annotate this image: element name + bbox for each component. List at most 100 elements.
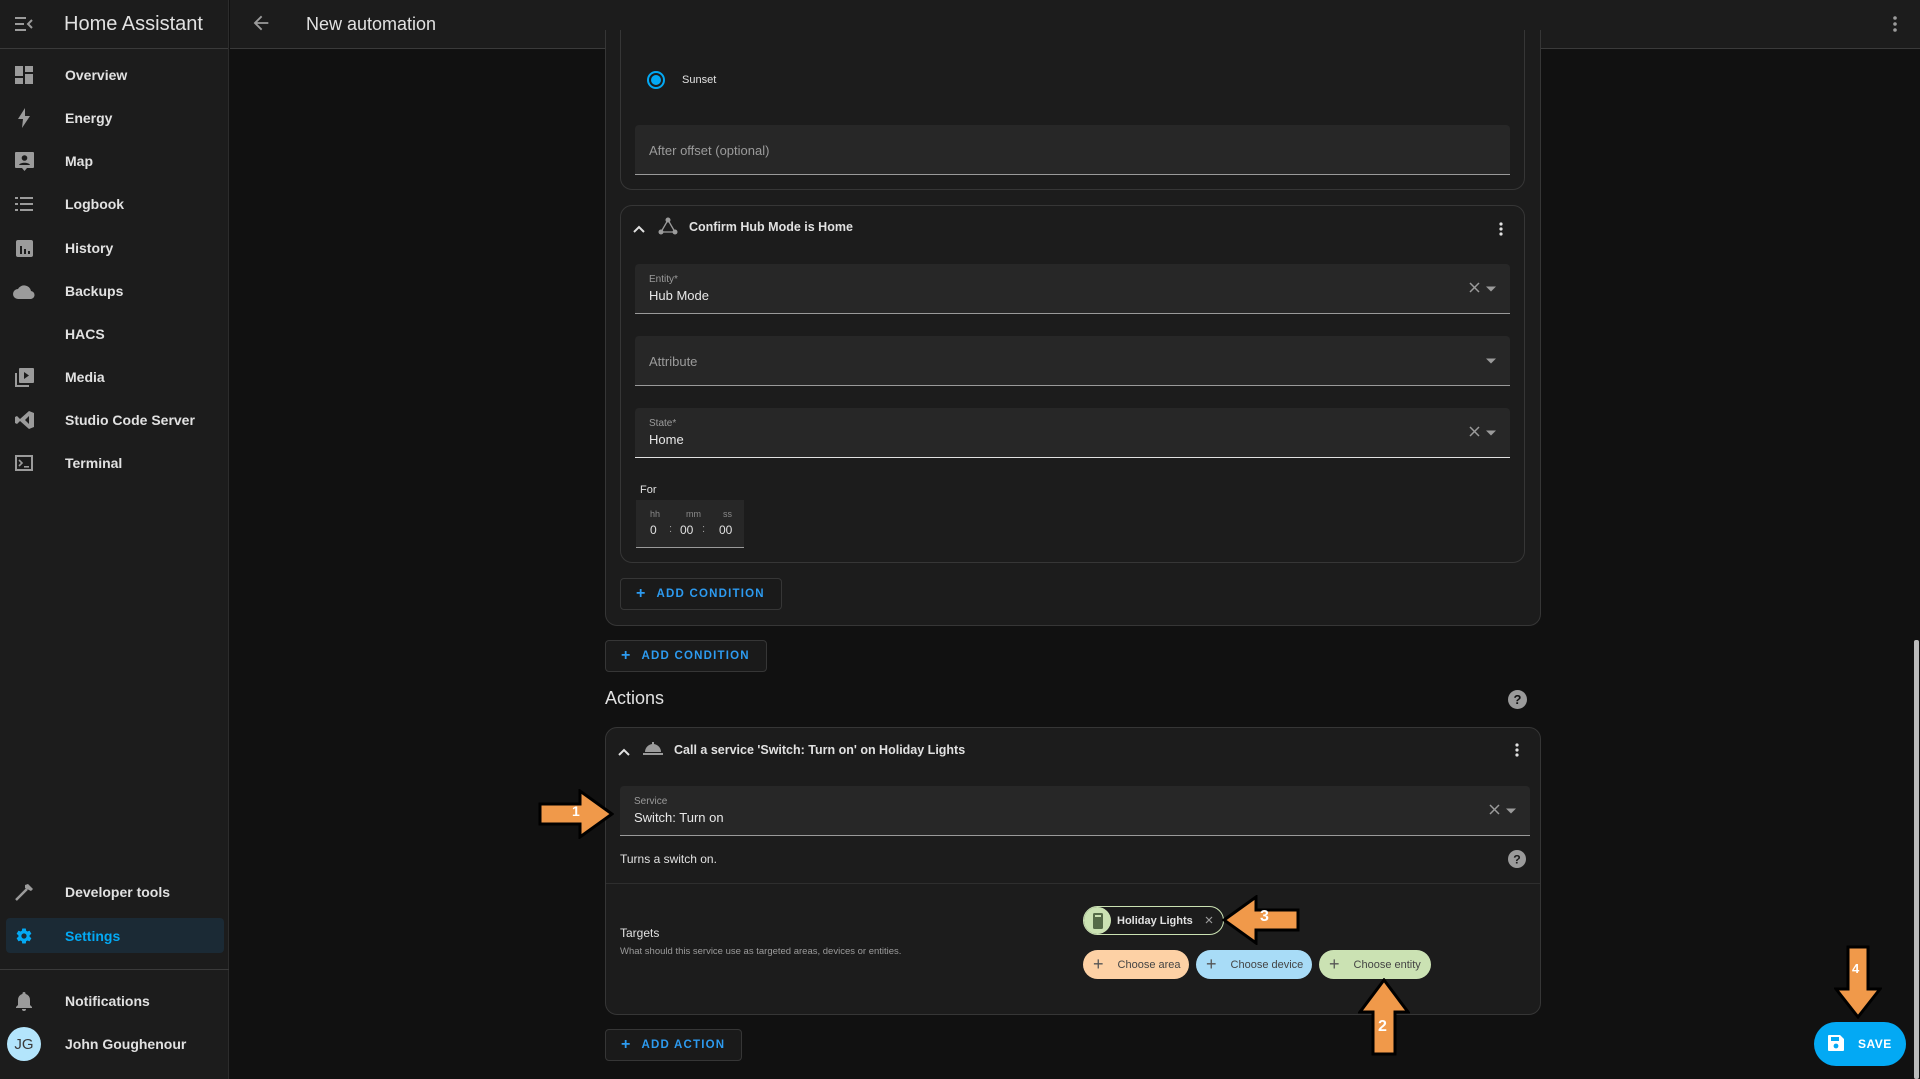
- sidebar-item-logbook[interactable]: Logbook: [6, 187, 224, 221]
- sun-condition-card: Sunset After offset (optional): [620, 30, 1525, 190]
- sidebar-item-developer-tools[interactable]: Developer tools: [6, 875, 224, 909]
- entity-value: Hub Mode: [649, 288, 709, 303]
- selected-entity-chip[interactable]: Holiday Lights: [1083, 906, 1224, 935]
- sidebar-item-studio-code-server[interactable]: Studio Code Server: [6, 403, 224, 437]
- sidebar-item-history[interactable]: History: [6, 231, 224, 265]
- service-help-button[interactable]: ?: [1508, 850, 1526, 873]
- actions-help-button[interactable]: ?: [1508, 690, 1527, 714]
- sidebar-item-map[interactable]: Map: [6, 144, 224, 178]
- time-separator: :: [669, 523, 673, 535]
- hours-value[interactable]: 0: [650, 523, 657, 537]
- clear-service-button[interactable]: [1489, 802, 1500, 820]
- hours-label: hh: [650, 509, 661, 519]
- service-value: Switch: Turn on: [634, 810, 724, 825]
- view-dashboard-icon: [6, 66, 42, 84]
- sidebar-item-label: History: [65, 240, 114, 256]
- entity-field[interactable]: Entity* Hub Mode: [635, 264, 1510, 314]
- plus-icon: +: [621, 647, 632, 664]
- choose-entity-button[interactable]: + Choose entity: [1319, 950, 1431, 979]
- choose-entity-label: Choose entity: [1353, 958, 1421, 971]
- close-icon: [1469, 425, 1480, 437]
- sidebar-item-settings[interactable]: Settings: [6, 918, 224, 953]
- minutes-value[interactable]: 00: [680, 523, 693, 537]
- annotation-number: 3: [1260, 908, 1269, 925]
- after-offset-field[interactable]: After offset (optional): [635, 125, 1510, 175]
- for-label: For: [640, 484, 657, 496]
- after-offset-placeholder: After offset (optional): [649, 143, 770, 158]
- lightning-bolt-icon: [6, 108, 42, 128]
- remove-entity-button[interactable]: [1205, 915, 1213, 927]
- svg-text:?: ?: [1513, 852, 1521, 866]
- clear-entity-button[interactable]: [1469, 280, 1480, 298]
- page-title: New automation: [306, 14, 437, 34]
- chart-box-icon: [6, 239, 42, 257]
- state-label: State*: [649, 418, 677, 429]
- annotation-number: 2: [1378, 1018, 1387, 1035]
- menu-toggle-button[interactable]: [0, 0, 48, 49]
- menu-down-icon[interactable]: [1486, 358, 1496, 363]
- duration-input[interactable]: hh mm ss 0 : 00 : 00: [636, 500, 744, 548]
- selected-entity-name: Holiday Lights: [1117, 914, 1193, 927]
- sidebar-item-label: Notifications: [65, 993, 150, 1009]
- plus-icon: +: [1093, 954, 1104, 974]
- sidebar-item-profile[interactable]: JG John Goughenour: [6, 1027, 224, 1061]
- add-action-label: ADD ACTION: [641, 1039, 726, 1051]
- dots-vertical-icon: [1515, 743, 1519, 757]
- state-field[interactable]: State* Home: [635, 408, 1510, 458]
- attribute-field[interactable]: Attribute: [635, 336, 1510, 386]
- action-menu-button[interactable]: [1514, 742, 1520, 763]
- add-condition-inner-button[interactable]: + ADD CONDITION: [620, 578, 782, 610]
- avatar-wrapper: JG: [6, 1027, 42, 1061]
- scrollbar-thumb[interactable]: [1914, 640, 1919, 1079]
- seconds-label: ss: [723, 509, 732, 519]
- plus-icon: +: [621, 1036, 632, 1053]
- sidebar-item-terminal[interactable]: Terminal: [6, 446, 224, 480]
- entity-label: Entity*: [649, 274, 678, 285]
- sidebar-item-label: Studio Code Server: [65, 412, 195, 428]
- add-condition-label: ADD CONDITION: [656, 588, 765, 600]
- bell-icon: [6, 991, 42, 1011]
- menu-down-icon[interactable]: [1506, 808, 1516, 813]
- map-account-icon: [6, 151, 42, 171]
- add-action-button[interactable]: + ADD ACTION: [605, 1029, 743, 1061]
- help-circle-icon: ?: [1508, 850, 1526, 868]
- chevron-up-icon: [633, 225, 645, 233]
- sunset-radio[interactable]: [647, 71, 665, 89]
- app-title: Home Assistant: [64, 12, 203, 35]
- clear-state-button[interactable]: [1469, 424, 1480, 442]
- add-condition-button[interactable]: + ADD CONDITION: [605, 640, 767, 672]
- seconds-value[interactable]: 00: [719, 523, 732, 537]
- sidebar-item-backups[interactable]: Backups: [6, 274, 224, 308]
- time-separator: :: [702, 523, 706, 535]
- service-label: Service: [634, 796, 668, 807]
- action-title: Call a service 'Switch: Turn on' on Holi…: [674, 743, 966, 757]
- sidebar-item-label: HACS: [65, 326, 105, 342]
- list-icon: [6, 196, 42, 212]
- choose-device-button[interactable]: + Choose device: [1196, 950, 1312, 979]
- avatar: JG: [7, 1027, 41, 1061]
- collapse-button[interactable]: [633, 220, 645, 238]
- sidebar-item-label: Developer tools: [65, 884, 171, 900]
- menu-down-icon[interactable]: [1486, 430, 1496, 435]
- condition-menu-button[interactable]: [1498, 221, 1504, 242]
- plus-icon: +: [1206, 954, 1217, 974]
- save-label: SAVE: [1858, 1037, 1892, 1051]
- sidebar-item-notifications[interactable]: Notifications: [6, 984, 224, 1018]
- sidebar-item-energy[interactable]: Energy: [6, 101, 224, 135]
- radio-dot: [651, 75, 661, 85]
- vscode-icon: [6, 411, 42, 429]
- collapse-button[interactable]: [618, 743, 630, 761]
- save-button[interactable]: SAVE: [1814, 1022, 1906, 1066]
- console-icon: [6, 455, 42, 471]
- sidebar-item-overview[interactable]: Overview: [6, 58, 224, 92]
- overflow-menu-button[interactable]: [1892, 14, 1898, 39]
- sidebar-item-media[interactable]: Media: [6, 360, 224, 394]
- service-field[interactable]: Service Switch: Turn on: [620, 786, 1530, 836]
- sidebar-item-hacs[interactable]: HACS: [6, 317, 224, 351]
- annotation-number: 1: [572, 803, 580, 819]
- menu-down-icon[interactable]: [1486, 286, 1496, 291]
- room-service-icon: [643, 741, 663, 760]
- choose-area-button[interactable]: + Choose area: [1083, 950, 1189, 979]
- back-button[interactable]: [250, 12, 272, 39]
- attribute-placeholder: Attribute: [649, 354, 698, 369]
